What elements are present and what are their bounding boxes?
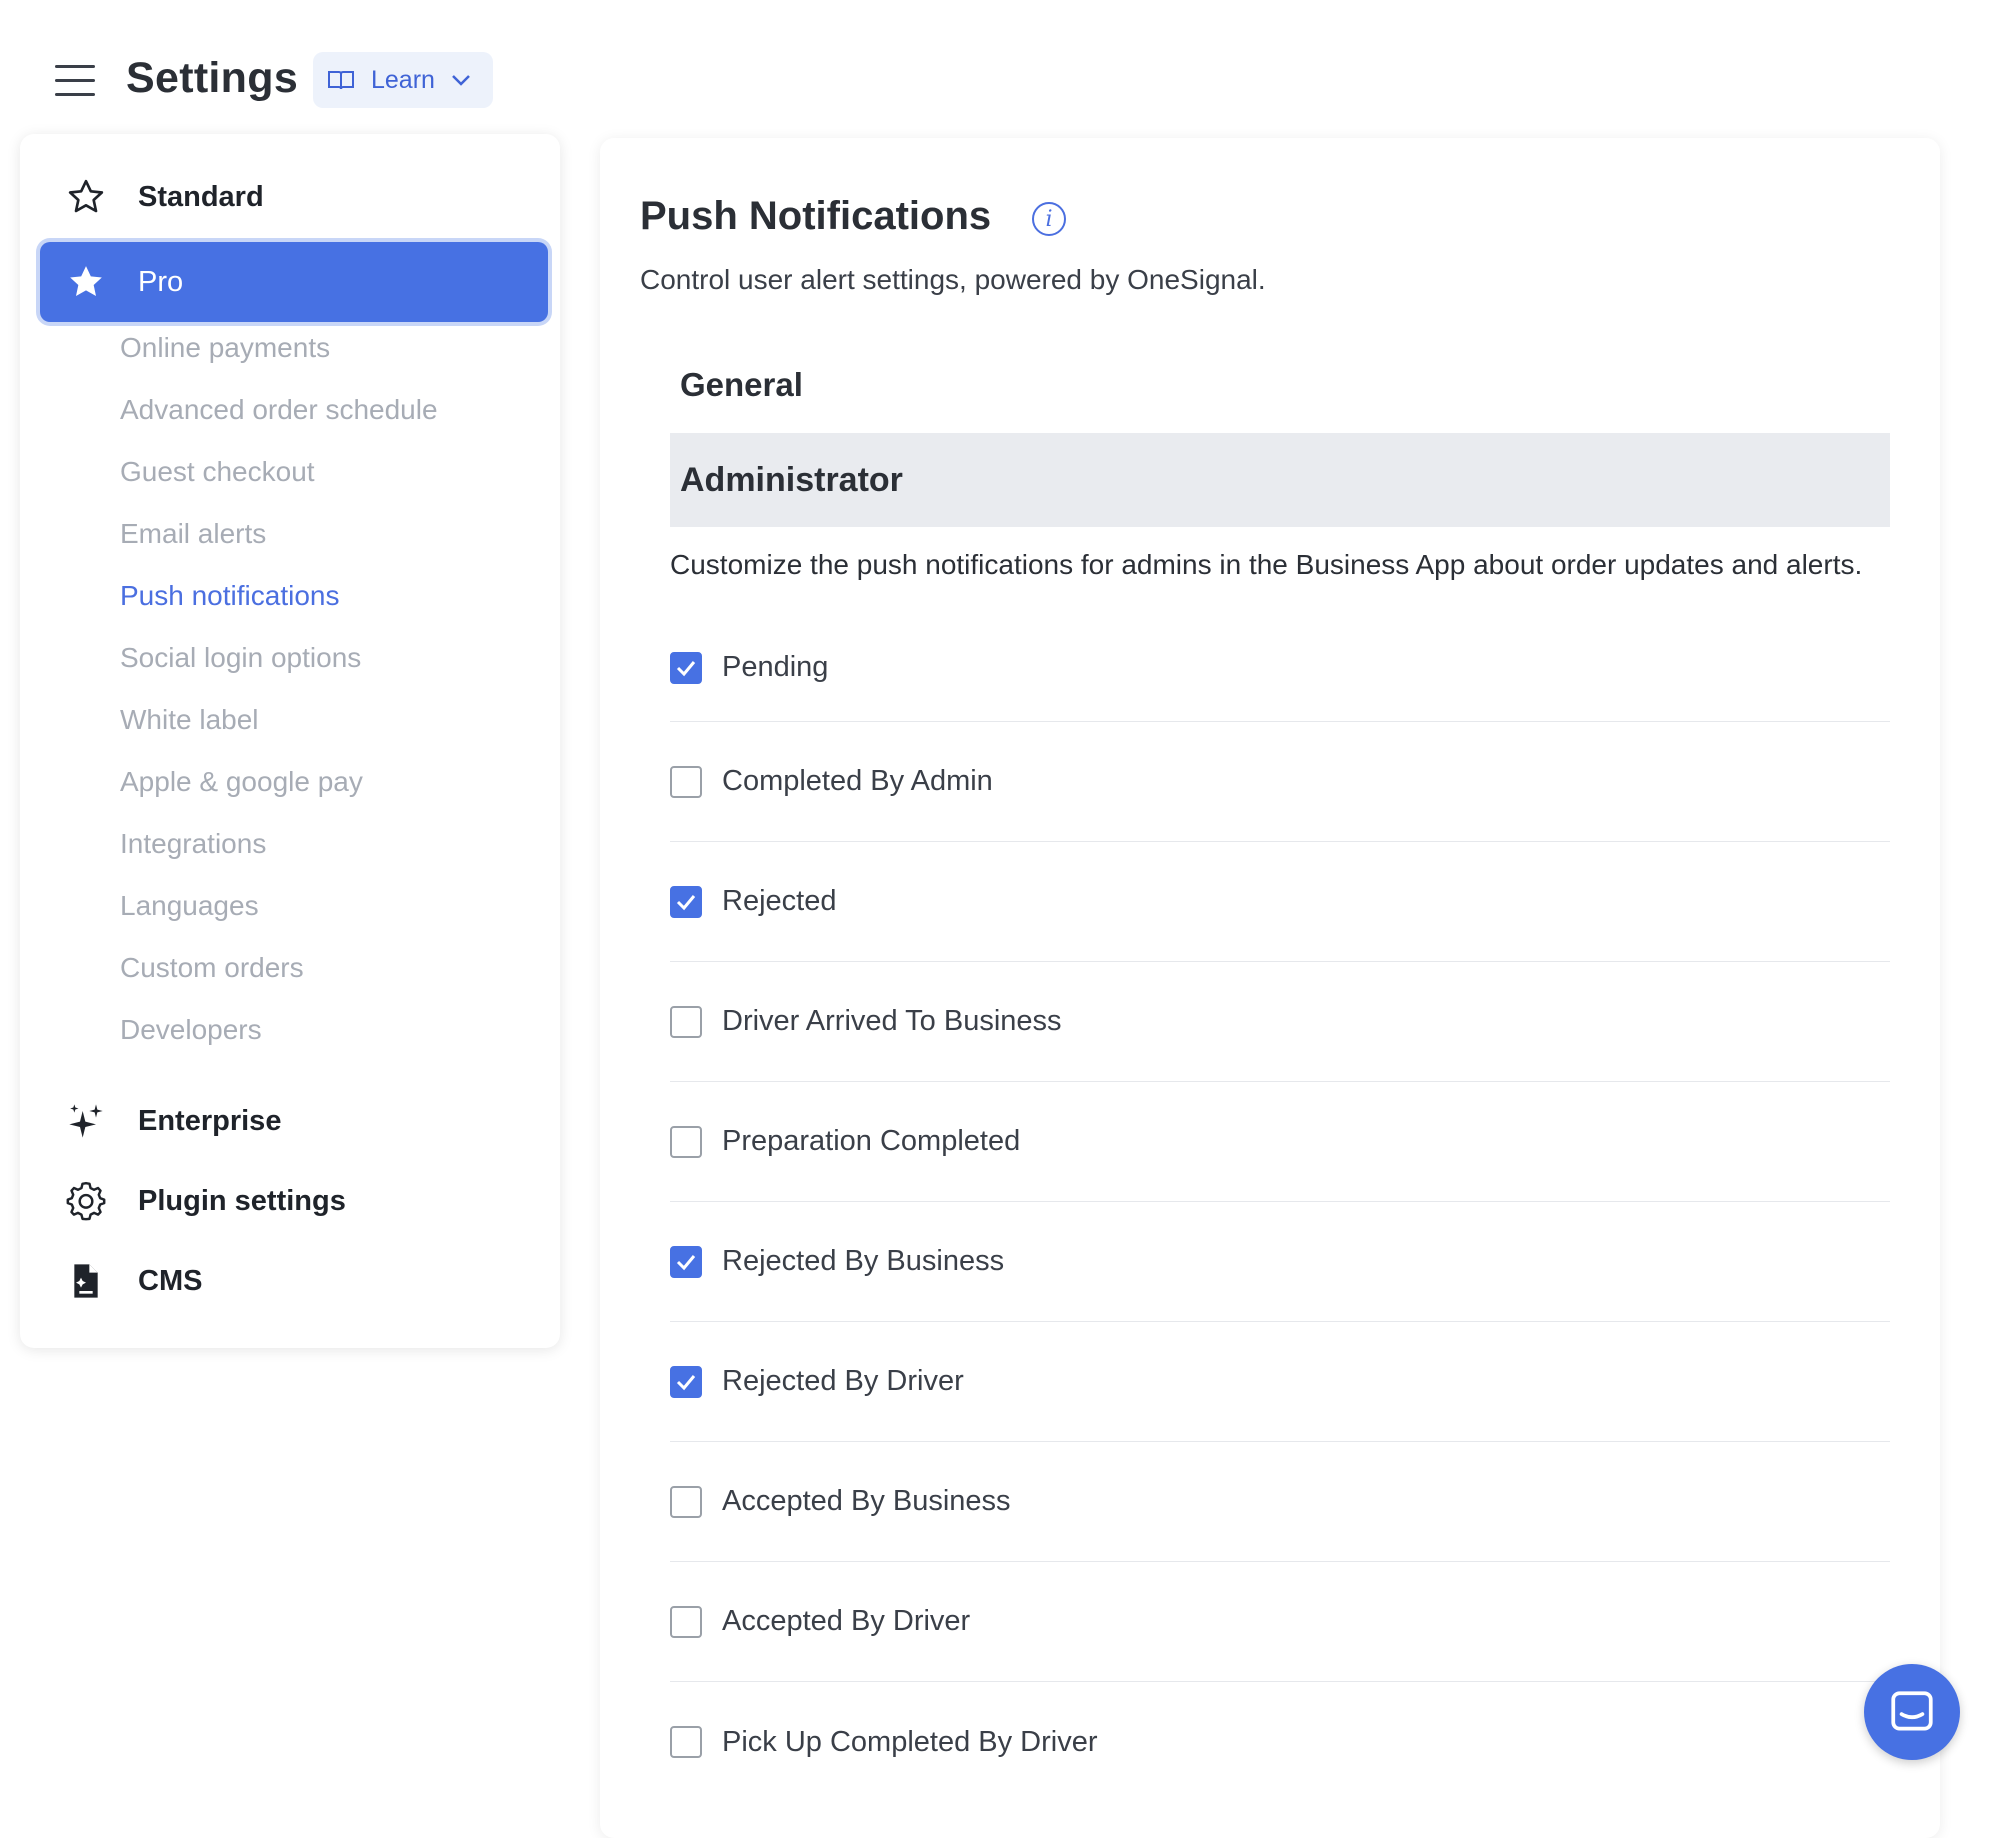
- gear-icon: [64, 1179, 108, 1223]
- section-heading-general: General: [680, 366, 803, 403]
- settings-sidebar: Standard Pro Online payments Advanced or…: [20, 134, 560, 1348]
- top-bar: Settings Learn: [0, 0, 2000, 130]
- learn-label: Learn: [371, 65, 435, 94]
- option-row-preparation-completed: Preparation Completed: [670, 1082, 1890, 1202]
- sidebar-subitem-custom-orders[interactable]: Custom orders: [120, 952, 304, 984]
- option-label: Completed By Admin: [722, 765, 993, 797]
- sidebar-item-enterprise[interactable]: Enterprise: [20, 1086, 560, 1156]
- sidebar-item-label: CMS: [138, 1264, 203, 1297]
- option-row-completed-by-admin: Completed By Admin: [670, 722, 1890, 842]
- option-label: Pick Up Completed By Driver: [722, 1725, 1098, 1758]
- main-panel: Push Notifications i Control user alert …: [600, 138, 1940, 1838]
- star-outline-icon: [64, 175, 108, 219]
- sidebar-subitem-white-label[interactable]: White label: [120, 704, 259, 736]
- option-row-rejected-by-business: Rejected By Business: [670, 1202, 1890, 1322]
- sidebar-subitem-social-login-options[interactable]: Social login options: [120, 642, 361, 674]
- checkbox-rejected-by-driver[interactable]: [670, 1365, 702, 1398]
- option-row-rejected: Rejected: [670, 842, 1890, 962]
- sidebar-item-standard[interactable]: Standard: [20, 162, 560, 232]
- chat-icon: [1891, 1691, 1933, 1731]
- sidebar-item-label: Standard: [138, 180, 264, 213]
- sidebar-subitem-advanced-order-schedule[interactable]: Advanced order schedule: [120, 394, 438, 426]
- administrator-header: Administrator: [670, 433, 1890, 527]
- checkbox-pick-up-completed-by-driver[interactable]: [670, 1726, 702, 1758]
- panel-title: Push Notifications: [640, 194, 992, 238]
- chat-launcher-button[interactable]: [1864, 1664, 1960, 1760]
- sidebar-item-plugin-settings[interactable]: Plugin settings: [20, 1166, 560, 1236]
- chevron-down-icon: [452, 75, 470, 86]
- checkbox-accepted-by-business[interactable]: [670, 1485, 702, 1518]
- option-label: Rejected: [722, 885, 837, 917]
- sidebar-subitem-online-payments[interactable]: Online payments: [120, 332, 330, 364]
- option-row-rejected-by-driver: Rejected By Driver: [670, 1322, 1890, 1442]
- sidebar-item-label: Plugin settings: [138, 1184, 346, 1217]
- sidebar-subitem-guest-checkout[interactable]: Guest checkout: [120, 456, 315, 488]
- option-label: Accepted By Driver: [722, 1605, 971, 1637]
- option-label: Rejected By Driver: [722, 1365, 964, 1397]
- administrator-title: Administrator: [680, 460, 903, 499]
- checkbox-preparation-completed[interactable]: [670, 1125, 702, 1158]
- info-icon[interactable]: i: [1032, 202, 1066, 236]
- page-title: Settings: [126, 54, 299, 102]
- checkbox-completed-by-admin[interactable]: [670, 765, 702, 798]
- option-row-accepted-by-business: Accepted By Business: [670, 1442, 1890, 1562]
- hamburger-menu-icon[interactable]: [55, 65, 95, 99]
- panel-description: Control user alert settings, powered by …: [640, 264, 1266, 295]
- document-icon: [64, 1259, 108, 1303]
- sidebar-subitem-apple-google-pay[interactable]: Apple & google pay: [120, 766, 363, 798]
- option-label: Pending: [722, 651, 829, 683]
- administrator-description: Customize the push notifications for adm…: [670, 549, 1863, 580]
- option-row-pick-up-completed-by-driver: Pick Up Completed By Driver: [670, 1682, 1890, 1802]
- sidebar-subitem-languages[interactable]: Languages: [120, 890, 259, 922]
- sidebar-item-label: Pro: [138, 265, 184, 298]
- checkbox-driver-arrived-to-business[interactable]: [670, 1005, 702, 1038]
- sidebar-subitem-email-alerts[interactable]: Email alerts: [120, 518, 266, 550]
- option-label: Preparation Completed: [722, 1125, 1021, 1157]
- sidebar-subitem-developers[interactable]: Developers: [120, 1014, 262, 1046]
- option-label: Rejected By Business: [722, 1245, 1005, 1277]
- book-icon: [328, 71, 354, 90]
- option-row-driver-arrived-to-business: Driver Arrived To Business: [670, 962, 1890, 1082]
- sparkles-icon: [64, 1099, 108, 1143]
- sidebar-item-cms[interactable]: CMS: [20, 1246, 560, 1316]
- checkbox-rejected[interactable]: [670, 885, 702, 918]
- checkbox-accepted-by-driver[interactable]: [670, 1605, 702, 1638]
- option-label: Accepted By Business: [722, 1485, 1011, 1517]
- checkbox-rejected-by-business[interactable]: [670, 1245, 702, 1278]
- checkbox-pending[interactable]: [670, 651, 702, 684]
- sidebar-item-label: Enterprise: [138, 1104, 282, 1137]
- sidebar-subitem-push-notifications[interactable]: Push notifications: [120, 580, 339, 612]
- option-row-accepted-by-driver: Accepted By Driver: [670, 1562, 1890, 1682]
- sidebar-subitem-integrations[interactable]: Integrations: [120, 828, 266, 860]
- option-label: Driver Arrived To Business: [722, 1005, 1062, 1037]
- sidebar-item-pro[interactable]: Pro: [40, 242, 548, 322]
- option-row-pending: Pending: [670, 614, 1890, 722]
- learn-button[interactable]: Learn: [313, 52, 493, 108]
- star-filled-icon: [64, 260, 108, 304]
